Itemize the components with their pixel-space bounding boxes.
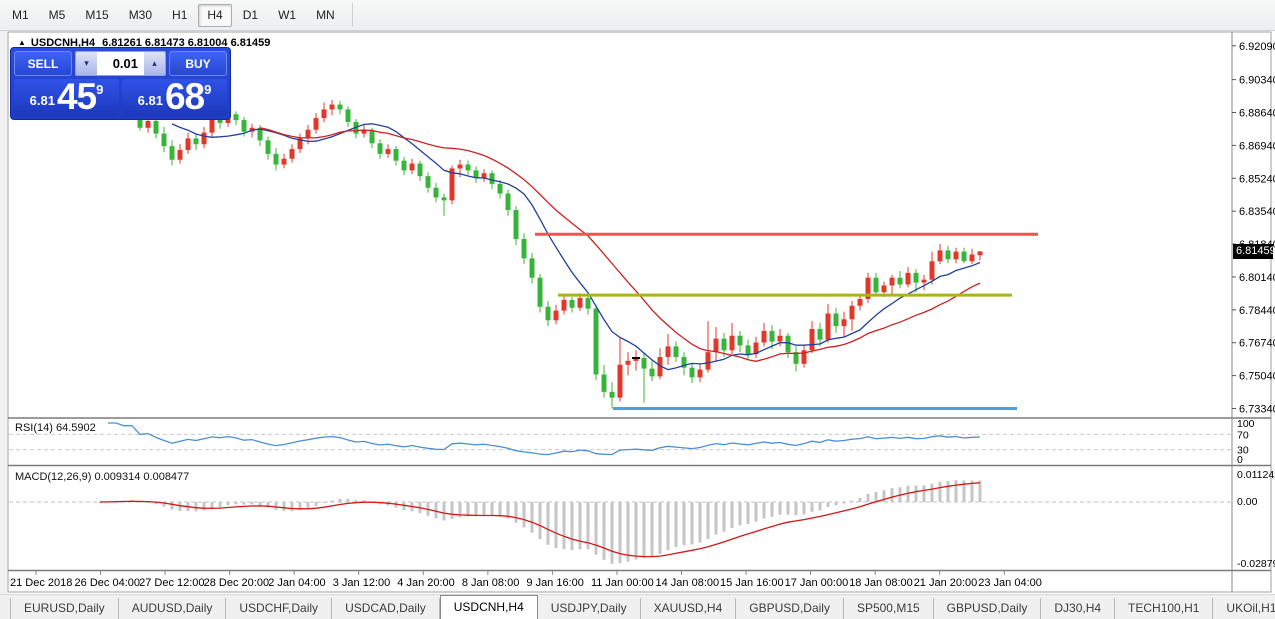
- toolbar-separator: [352, 3, 353, 27]
- svg-text:6.88640: 6.88640: [1239, 108, 1275, 120]
- buy-price-prefix: 6.81: [138, 93, 163, 108]
- volume-input[interactable]: 0.01: [97, 52, 144, 75]
- current-price-tag: 6.81459: [1233, 244, 1273, 259]
- svg-text:6.75040: 6.75040: [1239, 371, 1275, 383]
- tab-gbpusd-daily[interactable]: GBPUSD,Daily: [736, 598, 844, 619]
- svg-text:6.78440: 6.78440: [1239, 305, 1275, 317]
- svg-text:0: 0: [1237, 454, 1243, 466]
- timeframe-m15[interactable]: M15: [76, 4, 117, 27]
- tab-usdchf-daily[interactable]: USDCHF,Daily: [226, 598, 332, 619]
- sell-button[interactable]: SELL: [14, 51, 72, 76]
- tab-ukoil-h1[interactable]: UKOil,H1: [1213, 598, 1275, 619]
- svg-text:6.83540: 6.83540: [1239, 206, 1275, 218]
- tab-audusd-daily[interactable]: AUDUSD,Daily: [119, 598, 227, 619]
- timeframe-m30[interactable]: M30: [120, 4, 161, 27]
- svg-text:6.92090: 6.92090: [1239, 41, 1275, 53]
- svg-text:4 Jan 20:00: 4 Jan 20:00: [397, 577, 455, 589]
- rsi-indicator-label: RSI(14) 64.5902: [15, 422, 96, 434]
- tab-usdcad-daily[interactable]: USDCAD,Daily: [332, 598, 440, 619]
- buy-price-big: 68: [165, 82, 204, 112]
- svg-text:6.86940: 6.86940: [1239, 140, 1275, 152]
- svg-text:3 Jan 12:00: 3 Jan 12:00: [333, 577, 391, 589]
- timeframe-w1[interactable]: W1: [269, 4, 305, 27]
- tab-sp500-m15[interactable]: SP500,M15: [844, 598, 934, 619]
- macd-indicator-label: MACD(12,26,9) 0.009314 0.008477: [15, 471, 189, 483]
- svg-text:21 Dec 2018: 21 Dec 2018: [10, 577, 72, 589]
- timeframe-h4[interactable]: H4: [198, 4, 231, 27]
- collapse-arrow-icon[interactable]: ▲: [18, 38, 26, 47]
- volume-increase-button[interactable]: ▴: [144, 52, 165, 75]
- tab-usdcnh-h4[interactable]: USDCNH,H4: [440, 595, 538, 619]
- svg-text:11 Jan 00:00: 11 Jan 00:00: [591, 577, 654, 589]
- timeframe-toolbar: M1 M5 M15 M30 H1 H4 D1 W1 MN: [0, 0, 1275, 31]
- svg-text:100: 100: [1237, 418, 1255, 430]
- tab-tech100-h1[interactable]: TECH100,H1: [1115, 598, 1213, 619]
- svg-text:17 Jan 00:00: 17 Jan 00:00: [785, 577, 849, 589]
- svg-text:18 Jan 08:00: 18 Jan 08:00: [849, 577, 913, 589]
- svg-text:2 Jan 04:00: 2 Jan 04:00: [268, 577, 326, 589]
- tab-eurusd-daily[interactable]: EURUSD,Daily: [10, 598, 119, 619]
- svg-text:14 Jan 08:00: 14 Jan 08:00: [656, 577, 720, 589]
- sell-price-big: 45: [57, 82, 96, 112]
- sell-price-prefix: 6.81: [30, 93, 55, 108]
- tab-usdjpy-daily[interactable]: USDJPY,Daily: [538, 598, 641, 619]
- svg-text:27 Dec 12:00: 27 Dec 12:00: [139, 577, 204, 589]
- volume-stepper: ▾ 0.01 ▴: [75, 51, 166, 76]
- buy-price-display[interactable]: 6.81 68 9: [122, 79, 227, 116]
- svg-text:6.80140: 6.80140: [1239, 272, 1275, 284]
- svg-text:28 Dec 20:00: 28 Dec 20:00: [204, 577, 269, 589]
- volume-decrease-button[interactable]: ▾: [76, 52, 97, 75]
- buy-button[interactable]: BUY: [169, 51, 227, 76]
- svg-text:9 Jan 16:00: 9 Jan 16:00: [526, 577, 584, 589]
- timeframe-mn[interactable]: MN: [307, 4, 344, 27]
- svg-text:70: 70: [1237, 429, 1249, 441]
- timeframe-d1[interactable]: D1: [234, 4, 267, 27]
- timeframe-m5[interactable]: M5: [40, 4, 75, 27]
- tab-xauusd-h4[interactable]: XAUUSD,H4: [641, 598, 737, 619]
- tab-gbpusd-daily-2[interactable]: GBPUSD,Daily: [934, 598, 1042, 619]
- svg-text:8 Jan 08:00: 8 Jan 08:00: [462, 577, 519, 589]
- svg-text:6.90340: 6.90340: [1239, 75, 1275, 87]
- svg-text:21 Jan 20:00: 21 Jan 20:00: [914, 577, 978, 589]
- buy-price-sup: 9: [204, 82, 211, 97]
- svg-text:15 Jan 16:00: 15 Jan 16:00: [720, 577, 784, 589]
- svg-text:6.73340: 6.73340: [1239, 403, 1275, 415]
- svg-text:0.011242: 0.011242: [1237, 469, 1275, 481]
- svg-text:0.00: 0.00: [1237, 496, 1258, 508]
- chart-window: 6.92090 6.90340 6.88640 6.86940 6.85240 6.835…: [7, 31, 1275, 594]
- one-click-trading-panel: SELL ▾ 0.01 ▴ BUY 6.81 45 9 6.81 68 9: [10, 47, 231, 120]
- svg-text:6.85240: 6.85240: [1239, 173, 1275, 185]
- sell-price-sup: 9: [96, 82, 103, 97]
- timeframe-h1[interactable]: H1: [163, 4, 196, 27]
- sell-price-display[interactable]: 6.81 45 9: [14, 79, 119, 116]
- timeframe-m1[interactable]: M1: [3, 4, 38, 27]
- symbol-tabbar: EURUSD,Daily AUDUSD,Daily USDCHF,Daily U…: [0, 594, 1275, 619]
- svg-text:23 Jan 04:00: 23 Jan 04:00: [978, 577, 1042, 589]
- svg-text:26 Dec 04:00: 26 Dec 04:00: [75, 577, 140, 589]
- tab-dj30-h4[interactable]: DJ30,H4: [1041, 598, 1115, 619]
- svg-text:6.76740: 6.76740: [1239, 338, 1275, 350]
- svg-text:-0.028797: -0.028797: [1237, 558, 1275, 570]
